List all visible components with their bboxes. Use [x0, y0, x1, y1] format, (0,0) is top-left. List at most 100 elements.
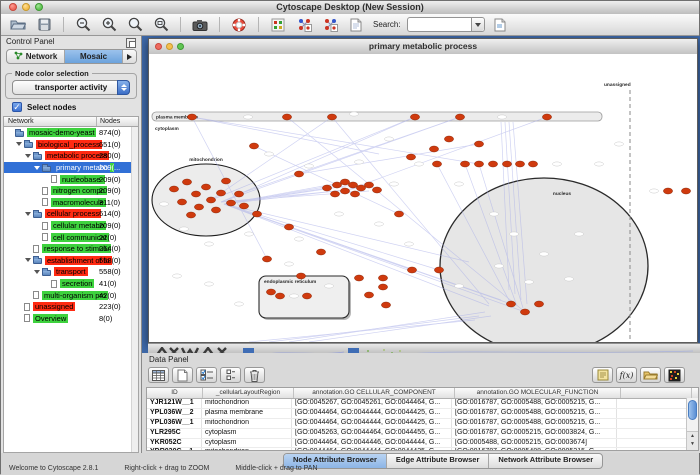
- tab-mosaic[interactable]: Mosaic: [65, 50, 123, 63]
- graph-node[interactable]: [681, 188, 690, 194]
- graph-node[interactable]: [434, 267, 443, 273]
- graph-node[interactable]: [226, 200, 235, 206]
- table-cell[interactable]: [GO:0016787, GO:0005488, GO:0005215, G..…: [452, 448, 617, 451]
- tree-row[interactable]: cell communicat22(0): [4, 231, 138, 243]
- tree-row[interactable]: nucleobase-209(0): [4, 173, 138, 185]
- graph-node[interactable]: [474, 141, 483, 147]
- table-cell[interactable]: cytoplasm: [202, 439, 292, 448]
- table-cell[interactable]: [GO:0044464, GO:0044444, GO:0044425, G..…: [292, 448, 452, 451]
- tree-row[interactable]: establishment of lo558(0): [4, 255, 138, 267]
- attribute-modify-button[interactable]: [220, 367, 241, 383]
- expander-icon[interactable]: [25, 154, 31, 158]
- table-row[interactable]: YJR121W__1mitochondrion[GO:0045267, GO:0…: [147, 399, 698, 409]
- float-panel-icon[interactable]: [126, 38, 136, 48]
- graph-node[interactable]: [429, 146, 438, 152]
- tab-network[interactable]: Network: [7, 50, 65, 63]
- table-row[interactable]: YPL036W__2plasma membrane[GO:0044464, GO…: [147, 409, 698, 419]
- graph-node[interactable]: [201, 184, 210, 190]
- tree-row[interactable]: cellular metabo209(0): [4, 220, 138, 232]
- graph-node[interactable]: [378, 284, 387, 290]
- graph-node[interactable]: [488, 161, 497, 167]
- open-session-button[interactable]: [7, 16, 29, 34]
- search-field[interactable]: [410, 18, 466, 29]
- graph-node[interactable]: [316, 249, 325, 255]
- graph-node[interactable]: [182, 179, 191, 185]
- network-label[interactable]: cellular metabo: [51, 221, 106, 230]
- graph-node[interactable]: [348, 182, 357, 188]
- expander-icon[interactable]: [25, 258, 31, 262]
- tree-row[interactable]: response to stimulu264(0): [4, 243, 138, 255]
- snapshot-camera-icon[interactable]: [189, 16, 211, 34]
- notes-icon[interactable]: [592, 367, 613, 383]
- graph-node[interactable]: [340, 179, 349, 185]
- table-cell[interactable]: [GO:0045267, GO:0045261, GO:0044464, G..…: [292, 399, 452, 408]
- annotation-icon[interactable]: [345, 16, 367, 34]
- more-tabs-arrow-icon[interactable]: [123, 50, 136, 63]
- graph-node[interactable]: [520, 309, 529, 315]
- graph-node[interactable]: [211, 207, 220, 213]
- graph-node[interactable]: [407, 267, 416, 273]
- graph-node[interactable]: [191, 191, 200, 197]
- save-session-button[interactable]: [33, 16, 55, 34]
- expander-icon[interactable]: [16, 142, 22, 146]
- graph-node[interactable]: [330, 191, 339, 197]
- tree-row[interactable]: transport558(0): [4, 266, 138, 278]
- table-cell[interactable]: [GO:0016787, GO:0005488, GO:0005215, G..…: [452, 399, 617, 408]
- graph-node[interactable]: [354, 275, 363, 281]
- expander-icon[interactable]: [34, 166, 40, 170]
- graph-node[interactable]: [282, 114, 291, 120]
- graph-node[interactable]: [350, 191, 359, 197]
- zoom-view-button[interactable]: [177, 43, 184, 50]
- network-label[interactable]: transport: [54, 267, 88, 276]
- graph-node[interactable]: [406, 154, 415, 160]
- table-cell[interactable]: [GO:0005488, GO:0005215, GO:0003674]: [452, 439, 617, 448]
- table-cell[interactable]: mitochondrion: [202, 399, 292, 408]
- graph-node[interactable]: [302, 293, 311, 299]
- graph-node[interactable]: [542, 114, 551, 120]
- search-config-icon[interactable]: [489, 16, 511, 34]
- graph-node[interactable]: [284, 224, 293, 230]
- network-label[interactable]: secretion: [60, 279, 94, 288]
- attribute-grid-icon[interactable]: [267, 16, 289, 34]
- zoom-fit-icon[interactable]: [150, 16, 172, 34]
- table-row[interactable]: YDR039C__1mitochondrion[GO:0044464, GO:0…: [147, 448, 698, 451]
- graph-node[interactable]: [356, 185, 365, 191]
- table-scrollbar[interactable]: ▲▼: [686, 398, 698, 450]
- formula-builder-button[interactable]: f(x): [616, 367, 637, 383]
- table-cell[interactable]: mitochondrion: [202, 448, 292, 451]
- graph-node[interactable]: [378, 275, 387, 281]
- graph-node[interactable]: [239, 203, 248, 209]
- table-row[interactable]: YKR052Ccytoplasm[GO:0044464, GO:0044446,…: [147, 439, 698, 449]
- tree-row[interactable]: unassigned223(0): [4, 301, 138, 313]
- tree-row[interactable]: multi-organism pro42(0): [4, 289, 138, 301]
- graph-node[interactable]: [455, 114, 464, 120]
- unselect-all-attributes-button[interactable]: [172, 367, 193, 383]
- graph-node[interactable]: [410, 114, 419, 120]
- graph-node[interactable]: [340, 188, 349, 194]
- attribute-table[interactable]: ID_cellularLayoutRegionannotation.GO CEL…: [146, 387, 699, 451]
- graph-node[interactable]: [506, 301, 515, 307]
- table-cell[interactable]: YLR295C: [147, 429, 202, 438]
- graph-node[interactable]: [322, 185, 331, 191]
- graph-node[interactable]: [394, 211, 403, 217]
- graph-node[interactable]: [169, 186, 178, 192]
- graph-node[interactable]: [275, 293, 284, 299]
- graph-node[interactable]: [502, 161, 511, 167]
- expander-icon[interactable]: [34, 270, 40, 274]
- network-view-window[interactable]: primary metabolic process plasma membran…: [148, 38, 698, 343]
- table-cell[interactable]: [GO:0044464, GO:0044446, GO:0044444, G..…: [292, 439, 452, 448]
- network-canvas[interactable]: plasma membranecytoplasmmitochondrionnuc…: [149, 54, 697, 342]
- graph-node[interactable]: [364, 292, 373, 298]
- network-label[interactable]: Overview: [33, 314, 68, 323]
- graph-node[interactable]: [372, 187, 381, 193]
- graph-node[interactable]: [460, 161, 469, 167]
- graph-node[interactable]: [364, 182, 373, 188]
- tree-row[interactable]: nitrogen compo209(0): [4, 185, 138, 197]
- tree-row[interactable]: macromolecule311(0): [4, 197, 138, 209]
- table-cell[interactable]: [GO:0045263, GO:0044464, GO:0044455, G..…: [292, 429, 452, 438]
- table-cell[interactable]: [GO:0044464, GO:0044444, GO:0044425, G..…: [292, 419, 452, 428]
- layout-icon[interactable]: [319, 16, 341, 34]
- attribute-table-header[interactable]: ID_cellularLayoutRegionannotation.GO CEL…: [147, 388, 698, 399]
- scrollbar-thumb[interactable]: [688, 400, 697, 420]
- table-cell[interactable]: [GO:0016787, GO:0005215, GO:0003824, G..…: [452, 429, 617, 438]
